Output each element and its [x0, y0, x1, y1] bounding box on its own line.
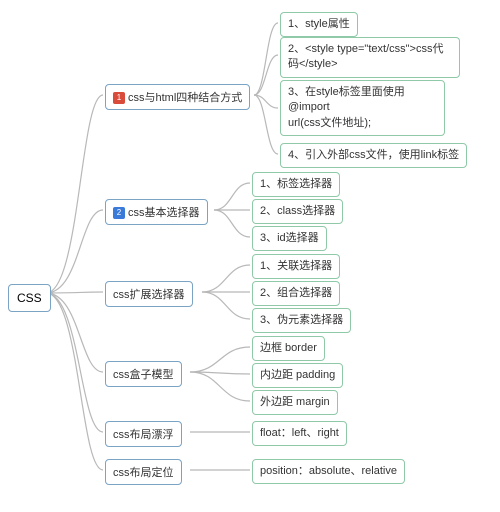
- leaf[interactable]: float：left、right: [252, 421, 347, 446]
- branch-label: css布局定位: [113, 467, 174, 479]
- branch-float[interactable]: css布局漂浮: [105, 421, 182, 447]
- branch-label: css与html四种结合方式: [128, 92, 242, 104]
- root-label: CSS: [17, 291, 42, 305]
- branch-label: css布局漂浮: [113, 429, 174, 441]
- leaf[interactable]: 3、伪元素选择器: [252, 308, 351, 333]
- badge-1: 1: [113, 92, 125, 104]
- leaf[interactable]: 1、关联选择器: [252, 254, 340, 279]
- badge-2: 2: [113, 207, 125, 219]
- branch-label: css扩展选择器: [113, 289, 185, 301]
- leaf[interactable]: 3、在style标签里面使用 @import url(css文件地址);: [280, 80, 445, 136]
- branch-css-html-combine[interactable]: 1css与html四种结合方式: [105, 84, 250, 110]
- leaf[interactable]: 边框 border: [252, 336, 325, 361]
- leaf[interactable]: 3、id选择器: [252, 226, 327, 251]
- branch-label: css盒子模型: [113, 369, 174, 381]
- branch-label: css基本选择器: [128, 207, 200, 219]
- leaf[interactable]: 1、标签选择器: [252, 172, 340, 197]
- leaf[interactable]: 内边距 padding: [252, 363, 343, 388]
- leaf[interactable]: 2、组合选择器: [252, 281, 340, 306]
- leaf[interactable]: 2、<style type="text/css">css代码</style>: [280, 37, 460, 78]
- branch-box-model[interactable]: css盒子模型: [105, 361, 182, 387]
- leaf[interactable]: 2、class选择器: [252, 199, 343, 224]
- branch-basic-selector[interactable]: 2css基本选择器: [105, 199, 208, 225]
- leaf[interactable]: position：absolute、relative: [252, 459, 405, 484]
- branch-ext-selector[interactable]: css扩展选择器: [105, 281, 193, 307]
- leaf[interactable]: 外边距 margin: [252, 390, 338, 415]
- branch-position[interactable]: css布局定位: [105, 459, 182, 485]
- root-node[interactable]: CSS: [8, 284, 51, 312]
- leaf[interactable]: 1、style属性: [280, 12, 358, 37]
- leaf[interactable]: 4、引入外部css文件，使用link标签: [280, 143, 467, 168]
